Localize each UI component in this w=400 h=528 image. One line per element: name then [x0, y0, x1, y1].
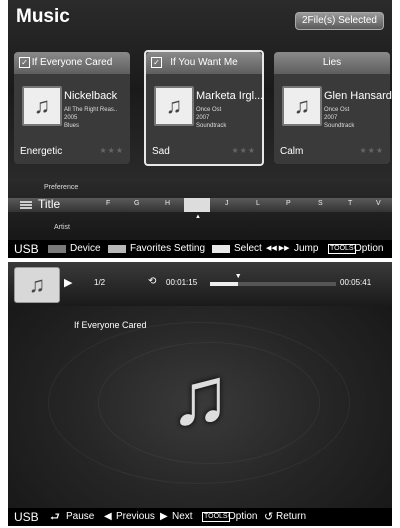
- return-icon: ↺: [264, 511, 274, 523]
- track-mood: Calm: [280, 146, 304, 157]
- repeat-icon: ⟲: [148, 276, 157, 287]
- previous-button[interactable]: Previous: [116, 508, 155, 526]
- next-button[interactable]: Next: [172, 508, 193, 526]
- jump-letter[interactable]: P: [286, 200, 291, 207]
- tools-icon: TOOLS: [202, 512, 230, 522]
- option-button[interactable]: Option: [354, 240, 383, 258]
- track-meta: Once Ost 2007 Soundtrack: [324, 106, 354, 130]
- track-meta: All The Right Reas.. 2005 Blues: [64, 106, 117, 130]
- track-artist: Glen Hansard: [324, 90, 392, 102]
- track-album: All The Right Reas..: [64, 107, 118, 113]
- track-year: 2007: [196, 115, 210, 121]
- play-icon: ▶: [64, 277, 73, 289]
- progress-fill: [210, 282, 238, 286]
- jump-letter[interactable]: J: [225, 200, 229, 207]
- music-browser-screen: Music 2File(s) Selected If Everyone Care…: [8, 0, 392, 258]
- device-button[interactable]: Device: [70, 240, 101, 258]
- current-time: 00:01:15: [166, 278, 198, 287]
- jump-letter[interactable]: H: [165, 200, 170, 207]
- select-button-icon: [212, 245, 230, 253]
- sort-option-prev[interactable]: Preference: [44, 184, 78, 191]
- track-meta: Once Ost 2007 Soundtrack: [196, 106, 226, 130]
- jump-letter[interactable]: S: [318, 200, 323, 207]
- track-year: 2007: [324, 115, 338, 121]
- album-thumbnail: ♫: [14, 267, 60, 303]
- position-marker-icon: ▲: [195, 214, 201, 220]
- track-genre: Soundtrack: [196, 123, 227, 129]
- large-music-note-icon: ♫: [169, 351, 231, 442]
- jump-letter[interactable]: V: [376, 200, 381, 207]
- checkbox-icon[interactable]: ✓: [151, 57, 162, 68]
- source-label: USB: [14, 242, 39, 256]
- tools-icon: TOOLS: [328, 244, 356, 254]
- jump-button[interactable]: Jump: [294, 240, 318, 258]
- pause-icon: ⮐: [50, 511, 60, 523]
- album-art: ♫: [154, 86, 194, 126]
- option-button[interactable]: Option: [228, 508, 257, 526]
- track-card-title: Lies: [274, 52, 390, 74]
- jump-letter[interactable]: L: [256, 200, 260, 207]
- track-mood: Energetic: [20, 146, 63, 157]
- favorites-setting-button[interactable]: Favorites Setting: [130, 240, 205, 258]
- track-carousel: If Everyone Cared ✓ ♫ Nickelback All The…: [8, 44, 392, 172]
- track-genre: Blues: [64, 123, 80, 129]
- song-title: If Everyone Cared: [74, 320, 147, 330]
- rating-stars-icon: ★★★: [359, 146, 384, 155]
- checkbox-icon[interactable]: ✓: [19, 57, 30, 68]
- sort-option-next[interactable]: Artist: [54, 224, 70, 231]
- previous-icon: ◀: [104, 511, 112, 522]
- track-artist: Marketa Irgl...: [196, 90, 264, 102]
- player-info-bar: ♫ ▶ 1/2 ⟲ 00:01:15 ▼ 00:05:41: [8, 262, 392, 306]
- music-note-icon: ♫: [28, 272, 46, 297]
- track-genre: Soundtrack: [324, 123, 355, 129]
- favorites-button-icon: [108, 245, 126, 253]
- jump-letter[interactable]: F: [106, 200, 110, 207]
- music-note-icon: ♫: [33, 93, 51, 118]
- pause-button[interactable]: Pause: [66, 508, 94, 526]
- progress-bar[interactable]: ▼: [210, 273, 336, 286]
- source-label: USB: [14, 510, 39, 524]
- album-art: ♫: [22, 86, 62, 126]
- menu-icon: [20, 201, 32, 209]
- track-card-title: If Everyone Cared: [14, 52, 130, 74]
- music-player-screen: ♫ ▶ 1/2 ⟲ 00:01:15 ▼ 00:05:41 If Everyon…: [8, 262, 392, 526]
- sort-option-current[interactable]: Title: [38, 197, 60, 211]
- rating-stars-icon: ★★★: [99, 146, 124, 155]
- letter-highlight: [184, 198, 210, 212]
- track-year: 2005: [64, 115, 78, 121]
- browser-footer: USB Device Favorites Setting Select ◀◀ ▶…: [8, 240, 392, 258]
- track-card-lies[interactable]: Lies ♫ Glen Hansard Once Ost 2007 Soundt…: [274, 52, 392, 164]
- selected-count-badge: 2File(s) Selected: [294, 12, 384, 30]
- rating-stars-icon: ★★★: [231, 146, 256, 155]
- track-album: Once Ost: [324, 107, 350, 113]
- player-footer: USB ⮐ Pause ◀ Previous ▶ Next TOOLS Opti…: [8, 508, 392, 526]
- jump-letter[interactable]: T: [348, 200, 352, 207]
- album-art: ♫: [282, 86, 322, 126]
- total-time: 00:05:41: [340, 278, 372, 287]
- device-button-icon: [48, 245, 66, 253]
- track-mood: Sad: [152, 146, 170, 157]
- track-album: Once Ost: [196, 107, 222, 113]
- music-note-icon: ♫: [293, 93, 311, 118]
- jump-arrows-icon: ◀◀ ▶▶: [266, 245, 290, 252]
- track-counter: 1/2: [94, 278, 106, 287]
- track-card-if-you-want-me[interactable]: If You Want Me ✓ ♫ Marketa Irgl... Once …: [144, 50, 264, 166]
- track-card-if-everyone-cared[interactable]: If Everyone Cared ✓ ♫ Nickelback All The…: [14, 52, 130, 164]
- next-icon: ▶: [160, 511, 168, 522]
- track-card-title: If You Want Me: [146, 52, 262, 74]
- music-note-icon: ♫: [165, 93, 183, 118]
- progress-marker-icon: ▼: [234, 273, 242, 280]
- jump-letter[interactable]: G: [134, 200, 139, 207]
- page-title: Music: [16, 6, 70, 27]
- track-artist: Nickelback: [64, 90, 118, 102]
- sort-jump-bar[interactable]: Title F G H J L P S T V: [8, 197, 392, 212]
- return-button[interactable]: Return: [276, 508, 306, 526]
- select-button[interactable]: Select: [234, 240, 262, 258]
